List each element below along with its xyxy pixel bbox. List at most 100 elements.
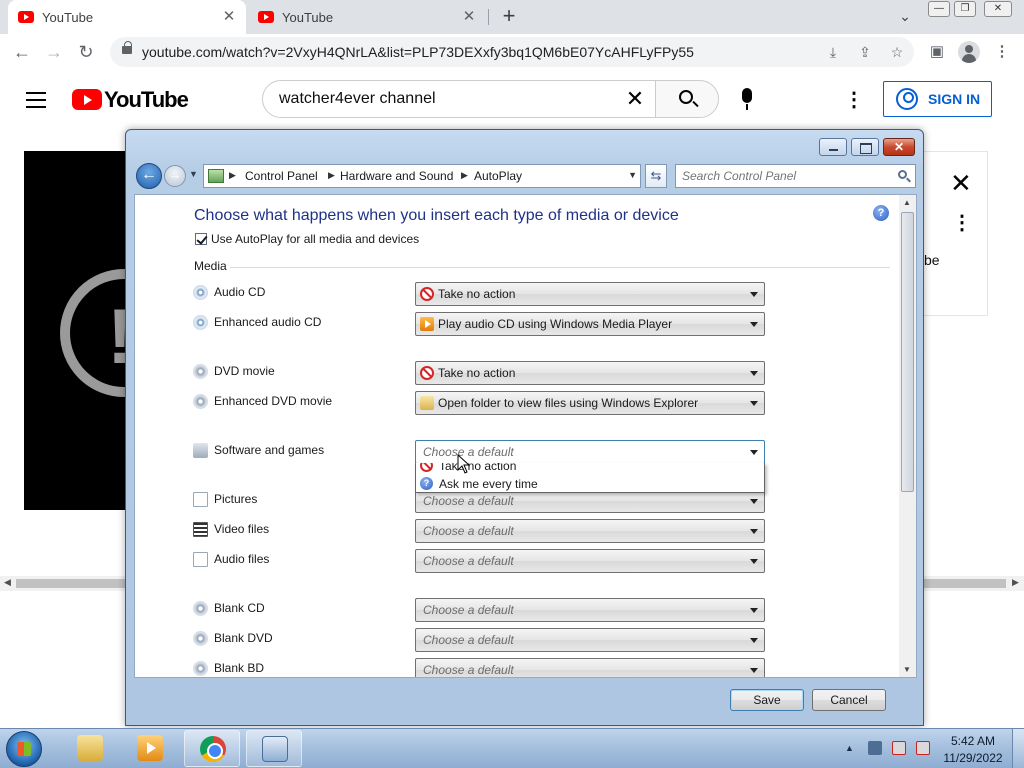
- scroll-down-icon[interactable]: ▼: [903, 665, 911, 674]
- panel-more-icon[interactable]: ⋮: [952, 210, 972, 236]
- taskbar-media-player[interactable]: [122, 730, 178, 767]
- back-arrow-icon[interactable]: [136, 163, 162, 189]
- breadcrumb-arrow-icon[interactable]: ▶: [461, 170, 468, 181]
- action-center-tray-icon[interactable]: [892, 741, 906, 755]
- close-tab-icon[interactable]: ✕: [220, 8, 238, 26]
- search-control-panel-field[interactable]: [675, 164, 916, 188]
- lock-icon[interactable]: [122, 41, 132, 54]
- dropdown-arrow-icon[interactable]: [750, 499, 758, 504]
- cancel-button[interactable]: Cancel: [812, 689, 886, 711]
- action-dropdown[interactable]: Take no action: [415, 282, 765, 306]
- breadcrumb[interactable]: ▶ Control Panel ▶ Hardware and Sound ▶ A…: [203, 164, 641, 188]
- dropdown-arrow-icon[interactable]: [750, 638, 758, 643]
- hamburger-menu-icon[interactable]: [26, 92, 46, 108]
- breadcrumb-autoplay[interactable]: AutoPlay: [474, 169, 522, 183]
- taskbar-control-panel[interactable]: [246, 730, 302, 767]
- taskbar-explorer[interactable]: [62, 730, 118, 767]
- side-panel-icon[interactable]: ▣: [925, 40, 949, 64]
- forward-arrow-icon[interactable]: [164, 165, 186, 187]
- youtube-wordmark[interactable]: YouTube: [104, 87, 189, 113]
- back-arrow-icon[interactable]: ←: [10, 40, 34, 64]
- content-vertical-scrollbar[interactable]: ▲ ▼: [899, 195, 916, 677]
- search-query-text[interactable]: watcher4ever channel: [279, 90, 436, 108]
- dropdown-arrow-icon[interactable]: [750, 401, 758, 406]
- restore-window-icon[interactable]: ❐: [954, 1, 976, 17]
- tab-search-chevron-icon[interactable]: ⌄: [894, 4, 916, 28]
- action-dropdown[interactable]: Choose a default: [415, 598, 765, 622]
- help-icon[interactable]: ?: [873, 205, 889, 221]
- dropdown-arrow-icon[interactable]: [750, 450, 758, 455]
- action-dropdown[interactable]: Open folder to view files using Windows …: [415, 391, 765, 415]
- share-icon[interactable]: ⇪: [854, 41, 876, 63]
- install-app-icon[interactable]: ⤓: [822, 41, 844, 63]
- scroll-right-icon[interactable]: ▶: [1012, 577, 1019, 588]
- breadcrumb-control-panel[interactable]: Control Panel: [245, 169, 318, 183]
- refresh-icon[interactable]: ⇆: [645, 164, 667, 188]
- close-window-icon[interactable]: ✕: [984, 1, 1012, 17]
- profile-avatar-icon[interactable]: [958, 41, 980, 63]
- media-row-blank-dvd: Blank DVD Choose a default: [193, 628, 773, 652]
- taskbar-chrome[interactable]: [184, 730, 240, 767]
- tab-youtube-2[interactable]: YouTube ✕: [248, 0, 486, 34]
- action-dropdown[interactable]: Take no action: [415, 361, 765, 385]
- tab-youtube-1[interactable]: YouTube ✕: [8, 0, 246, 34]
- show-desktop-button[interactable]: [1012, 729, 1024, 768]
- close-panel-icon[interactable]: ✕: [950, 170, 972, 198]
- voice-search-mic-icon[interactable]: [733, 84, 761, 114]
- search-control-panel-input[interactable]: [682, 168, 892, 184]
- video-file-icon: [193, 522, 208, 537]
- scroll-left-icon[interactable]: ◀: [4, 577, 11, 588]
- save-button[interactable]: Save: [730, 689, 804, 711]
- action-dropdown[interactable]: Play audio CD using Windows Media Player: [415, 312, 765, 336]
- youtube-logo-icon[interactable]: [72, 89, 102, 110]
- show-hidden-icons-chevron-icon[interactable]: ▲: [845, 743, 854, 753]
- breadcrumb-arrow-icon[interactable]: ▶: [229, 170, 236, 181]
- dropdown-arrow-icon[interactable]: [750, 608, 758, 613]
- dropdown-arrow-icon[interactable]: [750, 371, 758, 376]
- start-button-icon[interactable]: [6, 731, 42, 767]
- option-label: Take no action: [439, 463, 517, 473]
- action-dropdown[interactable]: Choose a default: [415, 549, 765, 573]
- clear-search-icon[interactable]: ✕: [621, 85, 649, 113]
- action-dropdown[interactable]: Choose a default: [415, 658, 765, 677]
- volume-muted-tray-icon[interactable]: [916, 741, 930, 755]
- recent-pages-chevron-icon[interactable]: ▼: [189, 169, 199, 181]
- forward-arrow-icon[interactable]: →: [42, 40, 66, 64]
- youtube-search-input[interactable]: watcher4ever channel ✕: [262, 80, 656, 118]
- sign-in-button[interactable]: SIGN IN: [883, 81, 992, 117]
- minimize-window-icon[interactable]: —: [928, 1, 950, 17]
- clock-date[interactable]: 11/29/2022: [938, 751, 1008, 765]
- close-tab-icon[interactable]: ✕: [460, 8, 478, 26]
- breadcrumb-arrow-icon[interactable]: ▶: [328, 170, 335, 181]
- action-dropdown[interactable]: Choose a default: [415, 519, 765, 543]
- use-autoplay-checkbox[interactable]: Use AutoPlay for all media and devices: [195, 232, 419, 246]
- scrollbar-thumb[interactable]: [901, 212, 914, 492]
- address-history-chevron-icon[interactable]: ▼: [628, 170, 637, 180]
- dialog-minimize-button[interactable]: [819, 138, 847, 156]
- clock-time[interactable]: 5:42 AM: [938, 734, 1008, 748]
- breadcrumb-hardware-and-sound[interactable]: Hardware and Sound: [340, 169, 453, 183]
- checkbox-checked-icon[interactable]: [195, 233, 207, 245]
- bookmark-star-icon[interactable]: ☆: [886, 41, 908, 63]
- dropdown-arrow-icon[interactable]: [750, 322, 758, 327]
- dialog-maximize-button[interactable]: [851, 138, 879, 156]
- url-text[interactable]: youtube.com/watch?v=2VxyH4QNrLA&list=PLP…: [142, 44, 694, 60]
- video-player[interactable]: [24, 151, 130, 510]
- network-tray-icon[interactable]: [868, 741, 882, 755]
- reload-icon[interactable]: ↻: [74, 40, 98, 64]
- dropdown-arrow-icon[interactable]: [750, 529, 758, 534]
- new-tab-button[interactable]: +: [497, 5, 521, 29]
- scroll-up-icon[interactable]: ▲: [903, 198, 911, 207]
- option-ask-me-every-time[interactable]: ? Ask me every time: [416, 475, 764, 492]
- dialog-close-button[interactable]: ✕: [883, 138, 915, 156]
- dropdown-arrow-icon[interactable]: [750, 668, 758, 673]
- search-icon[interactable]: [898, 170, 907, 179]
- action-dropdown[interactable]: Choose a default: [415, 628, 765, 652]
- dropdown-arrow-icon[interactable]: [750, 292, 758, 297]
- settings-kebab-icon[interactable]: ⋮: [844, 88, 864, 112]
- address-bar[interactable]: youtube.com/watch?v=2VxyH4QNrLA&list=PLP…: [110, 37, 914, 67]
- youtube-search-button[interactable]: [655, 80, 719, 118]
- use-autoplay-label[interactable]: Use AutoPlay for all media and devices: [211, 232, 419, 246]
- chrome-menu-icon[interactable]: ⋮: [990, 40, 1014, 64]
- dropdown-arrow-icon[interactable]: [750, 559, 758, 564]
